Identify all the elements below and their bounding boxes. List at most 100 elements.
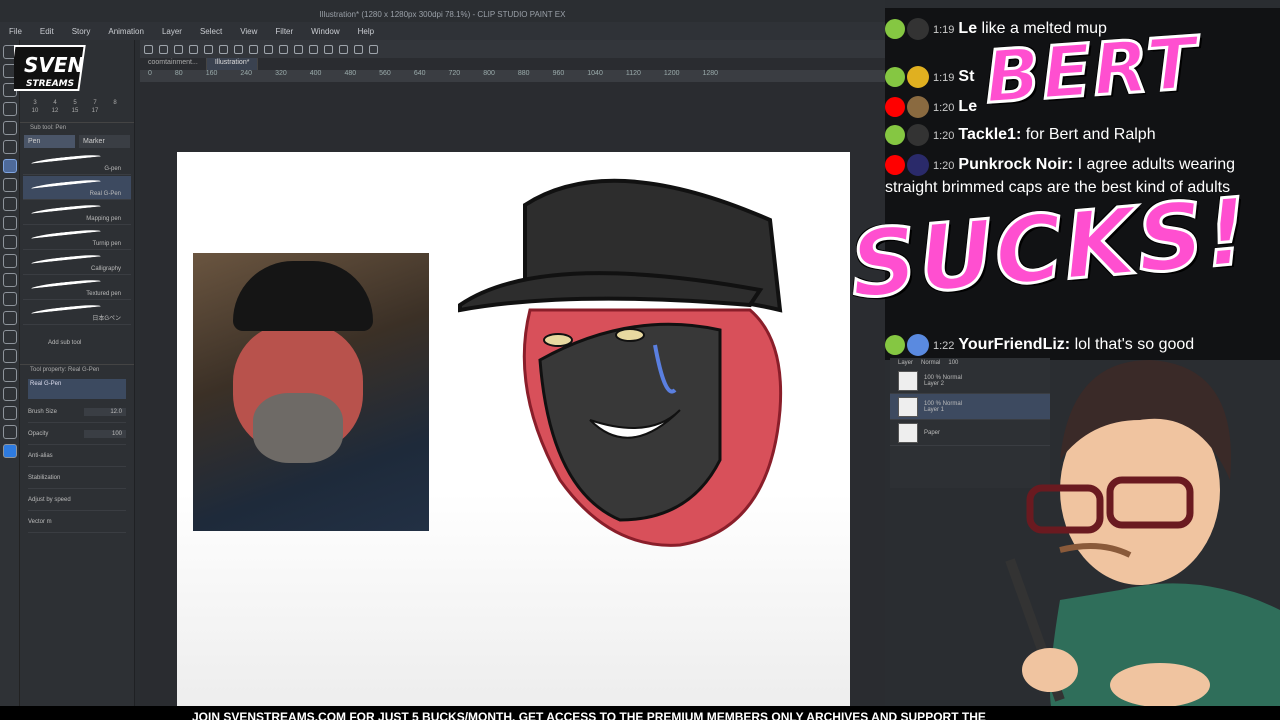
gradient-tool-icon[interactable] (3, 311, 17, 325)
invert-icon[interactable] (324, 44, 333, 54)
brush-size-row: Brush Size 12.0 (28, 401, 126, 423)
menu-help[interactable]: Help (349, 27, 383, 36)
redo-icon[interactable] (249, 44, 258, 54)
fill-icon[interactable] (279, 44, 288, 54)
settings-icon[interactable] (369, 44, 378, 54)
brush-label: Turnip pen (92, 241, 121, 247)
frame-tool-icon[interactable] (3, 349, 17, 363)
subtab-marker[interactable]: Marker (79, 135, 130, 148)
youtube-icon (885, 155, 905, 175)
menu-filter[interactable]: Filter (266, 27, 302, 36)
brush-size-preset[interactable]: 10 (28, 108, 42, 114)
rumble-icon (885, 125, 905, 145)
adjust-speed-checkbox[interactable]: Adjust by speed (28, 489, 126, 511)
color-swatch-icon[interactable] (3, 444, 17, 458)
layer-mode: 100 % Normal (924, 400, 963, 407)
lasso-tool-icon[interactable] (3, 102, 17, 116)
layer-panel-title: Layer (898, 360, 914, 366)
subtab-pen[interactable]: Pen (24, 135, 75, 148)
eraser-tool-icon[interactable] (3, 254, 17, 268)
eyedropper-tool-icon[interactable] (3, 140, 17, 154)
menu-select[interactable]: Select (191, 27, 231, 36)
tab-illustration[interactable]: Illustration* (206, 58, 259, 70)
figure-tool-icon[interactable] (3, 330, 17, 344)
brush-size-preset[interactable]: 4 (48, 100, 62, 106)
add-sub-tool-button[interactable]: Add sub tool (20, 326, 134, 360)
deselect-icon[interactable] (309, 44, 318, 54)
chat-user: Tackle1: (958, 126, 1022, 144)
chat-time: 1:20 (933, 160, 955, 173)
decoration-tool-icon[interactable] (3, 235, 17, 249)
ruler-icon[interactable] (354, 44, 363, 54)
new-icon[interactable] (159, 44, 168, 54)
save-icon[interactable] (189, 44, 198, 54)
brush-label: Calligraphy (90, 266, 121, 272)
brush-g-pen[interactable]: G-pen (23, 151, 131, 175)
paste-icon[interactable] (219, 44, 228, 54)
brush-size-label: Brush Size (28, 408, 58, 415)
opacity-field[interactable]: 100 (84, 429, 126, 438)
brush-size-preset[interactable]: 17 (88, 108, 102, 114)
brush-size-preset[interactable]: 12 (48, 108, 62, 114)
brush-size-preset[interactable]: 5 (68, 100, 82, 106)
ruler-tick: 880 (517, 70, 530, 77)
ruler-tool-icon[interactable] (3, 406, 17, 420)
clear-icon[interactable] (264, 44, 273, 54)
chat-user: Le (958, 98, 978, 116)
layer-opacity-field[interactable]: 100 (948, 360, 958, 366)
menu-view[interactable]: View (231, 27, 266, 36)
menu-animation[interactable]: Animation (99, 27, 153, 36)
transform-icon[interactable] (294, 44, 303, 54)
brush-size-preset[interactable]: 3 (28, 100, 42, 106)
airbrush-tool-icon[interactable] (3, 216, 17, 230)
brush-size-preset[interactable]: 8 (108, 100, 122, 106)
menu-window[interactable]: Window (302, 27, 348, 36)
menu-edit[interactable]: Edit (31, 27, 63, 36)
menu-file[interactable]: File (0, 27, 31, 36)
brush-size-field[interactable]: 12.0 (84, 407, 126, 416)
undo-icon[interactable] (234, 44, 243, 54)
brush-real-g-pen[interactable]: Real G-Pen (23, 176, 131, 200)
chat-time: 1:20 (933, 102, 955, 115)
tab-coomtainment[interactable]: coomtainment... (140, 58, 207, 70)
antialias-label: Anti-alias (28, 452, 53, 459)
ruler-tick: 240 (240, 70, 253, 77)
balloon-tool-icon[interactable] (3, 387, 17, 401)
photo-cap (233, 261, 373, 331)
brush-mapping-pen[interactable]: Mapping pen (23, 201, 131, 225)
avatar (907, 334, 929, 356)
pencil-tool-icon[interactable] (3, 178, 17, 192)
reference-photo (193, 253, 429, 531)
document-tabs: coomtainment... Illustration* (140, 58, 885, 70)
brush-calligraphy[interactable]: Calligraphy (23, 251, 131, 275)
brush-size-preset[interactable]: 7 (88, 100, 102, 106)
pen-tool-icon[interactable] (3, 159, 17, 173)
snap-icon[interactable] (339, 44, 348, 54)
menu-story[interactable]: Story (63, 27, 100, 36)
copy-icon[interactable] (204, 44, 213, 54)
wand-tool-icon[interactable] (3, 121, 17, 135)
brush-size-preset[interactable]: 15 (68, 108, 82, 114)
opacity-row: Opacity 100 (28, 423, 126, 445)
brush-tool-icon[interactable] (3, 197, 17, 211)
blend-mode-select[interactable]: Normal (921, 360, 940, 366)
chat-user: St (958, 68, 975, 86)
avatar (907, 66, 929, 88)
chat-text: for Bert and Ralph (1025, 126, 1156, 144)
blend-tool-icon[interactable] (3, 273, 17, 287)
menu-layer[interactable]: Layer (153, 27, 191, 36)
brush-japanese-g-pen[interactable]: 日本Gペン (23, 301, 131, 325)
text-tool-icon[interactable] (3, 368, 17, 382)
brush-turnip-pen[interactable]: Turnip pen (23, 226, 131, 250)
stabilization-row[interactable]: Stabilization (28, 467, 126, 489)
fill-tool-icon[interactable] (3, 292, 17, 306)
menu-icon[interactable] (144, 44, 153, 54)
antialias-row[interactable]: Anti-alias (28, 445, 126, 467)
caricature-drawing (458, 178, 783, 547)
brush-textured-pen[interactable]: Textured pen (23, 276, 131, 300)
vector-row[interactable]: Vector m (28, 511, 126, 533)
rumble-icon (885, 335, 905, 355)
bottom-ticker: JOIN SVENSTREAMS.COM FOR JUST 5 BUCKS/MO… (0, 706, 1280, 720)
open-icon[interactable] (174, 44, 183, 54)
correct-line-tool-icon[interactable] (3, 425, 17, 439)
